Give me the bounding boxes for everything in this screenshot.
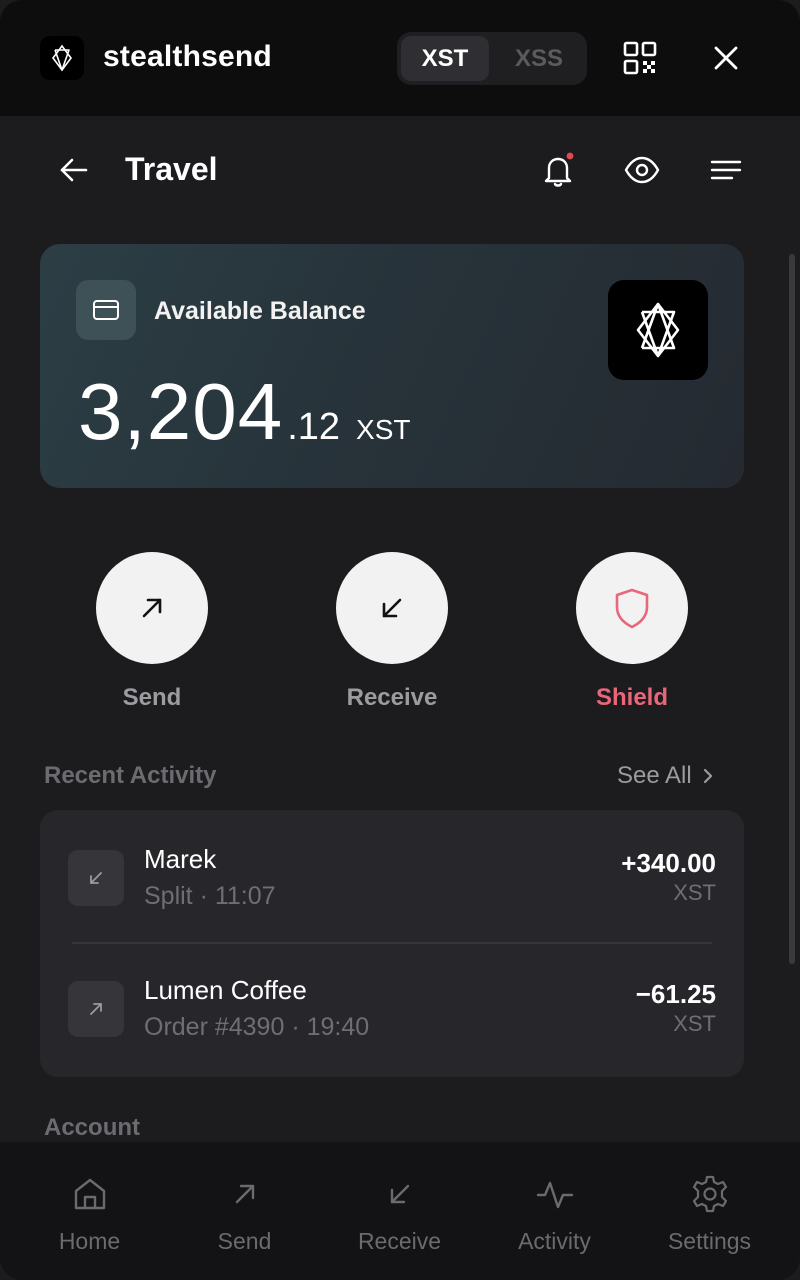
menu-icon	[710, 160, 742, 180]
credit-card-icon	[93, 300, 119, 320]
scrollbar[interactable]	[789, 254, 795, 964]
card-icon-badge	[76, 280, 136, 340]
receive-button[interactable]	[336, 552, 448, 664]
tab-xst[interactable]: XST	[401, 36, 489, 81]
transaction-currency: XST	[673, 1011, 716, 1036]
notification-dot	[566, 152, 574, 160]
shield-label: Shield	[595, 684, 668, 711]
balance-card: Available Balance 3,204 .12 XST	[40, 244, 744, 488]
nav-label: Activity	[518, 1228, 591, 1254]
send-button[interactable]	[96, 552, 208, 664]
arrow-down-left-icon	[90, 872, 102, 884]
see-all-label: See All	[617, 762, 692, 789]
stealth-logo-icon	[52, 44, 72, 72]
transaction-amount: −61.25	[635, 979, 716, 1009]
nav-receive[interactable]: Receive	[322, 1142, 477, 1280]
transaction-name: Marek	[144, 844, 217, 874]
back-button[interactable]	[56, 152, 92, 188]
arrow-up-right-icon	[90, 1003, 102, 1015]
bottom-nav: Home Send Receive Activity Settings	[0, 1142, 800, 1280]
receive-label: Receive	[346, 684, 438, 711]
app-logo	[40, 36, 84, 80]
balance-amount: 3,204 .12 XST	[78, 366, 411, 458]
balance-decimal: .12	[287, 406, 341, 448]
account-section-title: Account	[44, 1114, 140, 1141]
transaction-amount: +340.00	[621, 848, 716, 878]
arrow-up-right-icon	[235, 1184, 254, 1204]
list-item[interactable]: Marek Split · 11:07 +340.00 XST	[40, 810, 744, 940]
nav-label: Receive	[357, 1228, 442, 1254]
menu-button[interactable]	[706, 150, 746, 190]
top-bar: stealthsend XST XSS	[0, 0, 800, 116]
app-name: stealthsend	[103, 40, 272, 73]
nav-activity[interactable]: Activity	[477, 1142, 632, 1280]
qr-code-icon	[623, 41, 657, 75]
arrow-down-left-icon	[382, 598, 402, 618]
transaction-currency: XST	[673, 880, 716, 905]
nav-send[interactable]: Send	[167, 1142, 322, 1280]
activity-list: Marek Split · 11:07 +340.00 XST Lumen Co…	[40, 810, 744, 1077]
notifications-button[interactable]	[538, 150, 578, 190]
qr-code-button[interactable]	[622, 40, 658, 76]
nav-home[interactable]: Home	[12, 1142, 167, 1280]
toggle-visibility-button[interactable]	[622, 150, 662, 190]
recent-activity-title: Recent Activity	[44, 762, 217, 789]
close-button[interactable]	[708, 40, 744, 76]
home-icon	[74, 1178, 105, 1210]
transaction-name: Lumen Coffee	[144, 975, 307, 1005]
receive-action[interactable]: Receive	[336, 552, 448, 712]
nav-label: Settings	[667, 1228, 752, 1254]
transaction-icon-badge	[68, 850, 124, 906]
nav-settings[interactable]: Settings	[632, 1142, 787, 1280]
balance-integer: 3,204	[78, 367, 284, 456]
balance-label: Available Balance	[154, 297, 366, 325]
balance-currency: XST	[356, 414, 411, 445]
currency-switcher: XST XSS	[397, 32, 587, 85]
transaction-detail: Split · 11:07	[144, 882, 276, 910]
shield-action[interactable]: Shield	[576, 552, 688, 712]
tab-xss[interactable]: XSS	[495, 36, 583, 81]
card-logo	[608, 280, 708, 380]
list-item[interactable]: Lumen Coffee Order #4390 · 19:40 −61.25 …	[40, 944, 744, 1074]
page-title: Travel	[125, 151, 218, 187]
arrow-up-right-icon	[142, 598, 162, 618]
see-all-link[interactable]: See All	[617, 762, 714, 790]
shield-button[interactable]	[576, 552, 688, 664]
send-label: Send	[122, 684, 182, 711]
transaction-detail: Order #4390 · 19:40	[144, 1013, 370, 1041]
arrow-left-icon	[60, 158, 88, 182]
activity-icon	[536, 1181, 573, 1209]
chevron-right-icon	[703, 768, 712, 784]
close-icon	[714, 46, 738, 70]
arrow-down-left-icon	[390, 1184, 409, 1204]
eye-icon	[624, 156, 660, 184]
bell-icon	[544, 152, 574, 187]
stealth-logo-icon	[636, 302, 680, 358]
transaction-icon-badge	[68, 981, 124, 1037]
nav-label: Send	[217, 1228, 272, 1254]
gear-icon	[692, 1175, 727, 1213]
shield-icon	[615, 588, 649, 629]
wallet-window: stealthsend XST XSS Travel Available Bal…	[0, 0, 800, 1280]
nav-label: Home	[58, 1228, 121, 1254]
send-action[interactable]: Send	[96, 552, 208, 712]
